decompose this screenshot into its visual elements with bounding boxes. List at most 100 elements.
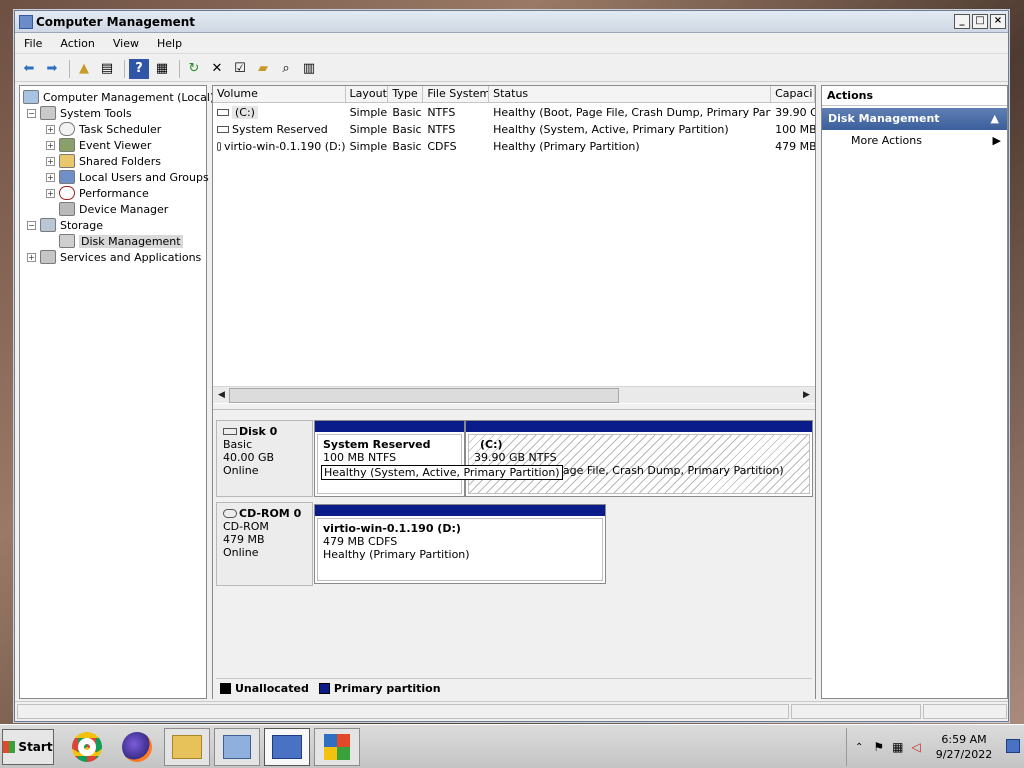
properties-icon[interactable]: ▦ — [152, 59, 172, 79]
server-manager-taskbar-button[interactable] — [214, 728, 260, 766]
tree-node-disk-management[interactable]: Disk Management — [59, 233, 183, 249]
partition-virtio-win[interactable]: virtio-win-0.1.190 (D:) 479 MB CDFS Heal… — [314, 504, 606, 584]
checkmark-properties-icon[interactable]: ☑ — [230, 59, 250, 79]
network-icon[interactable]: ▦ — [892, 740, 903, 754]
column-header-capacity[interactable]: Capaci — [771, 86, 815, 102]
title-bar[interactable]: Computer Management _ □ × — [15, 11, 1008, 33]
expand-icon[interactable]: + — [27, 252, 36, 262]
status-segment — [17, 704, 789, 719]
storage-icon — [40, 218, 56, 232]
tree-node-performance[interactable]: + Performance — [46, 185, 149, 201]
menu-help[interactable]: Help — [148, 37, 191, 50]
show-hide-tree-icon[interactable]: ▤ — [97, 59, 117, 79]
actions-section-disk-management[interactable]: Disk Management ▲ — [822, 108, 1007, 130]
tree-node-storage[interactable]: − Storage — [27, 217, 103, 233]
help-icon[interactable]: ? — [129, 58, 149, 79]
menu-file[interactable]: File — [15, 37, 51, 50]
computer-management-window: Computer Management _ □ × File Action Vi… — [14, 10, 1009, 722]
partition-system-reserved[interactable]: System Reserved 100 MB NTFS — [314, 420, 465, 497]
expand-icon[interactable]: + — [46, 156, 55, 166]
menu-action[interactable]: Action — [51, 37, 103, 50]
tree-node-system-tools[interactable]: − System Tools — [27, 105, 132, 121]
show-hidden-icons-icon[interactable]: ⌃ — [855, 742, 863, 753]
tree-node-shared-folders[interactable]: + Shared Folders — [46, 153, 161, 169]
legend-swatch-unallocated — [220, 683, 231, 694]
shared-folder-icon — [59, 154, 75, 168]
computer-management-icon — [19, 14, 33, 29]
start-button[interactable]: Start — [2, 729, 54, 765]
scroll-right-icon[interactable]: ▶ — [799, 388, 814, 403]
back-icon[interactable]: ⬅ — [19, 59, 39, 79]
chrome-taskbar-button[interactable] — [64, 728, 110, 766]
column-header-file-system[interactable]: File System — [423, 86, 490, 102]
status-bar — [15, 701, 1008, 721]
drive-icon — [217, 109, 229, 116]
forward-icon[interactable]: ➡ — [42, 59, 62, 79]
scrollbar-thumb[interactable] — [229, 388, 619, 403]
column-header-status[interactable]: Status — [489, 86, 772, 102]
partition-c-drive[interactable]: (C:) 39.90 GB NTFS Healthy (Boot, Page F… — [465, 420, 813, 497]
tree-node-services-and-applications[interactable]: + Services and Applications — [27, 249, 201, 265]
scroll-left-icon[interactable]: ◀ — [214, 388, 229, 403]
users-icon — [59, 170, 75, 184]
close-button[interactable]: × — [990, 14, 1006, 29]
legend-swatch-primary — [318, 683, 330, 694]
server-manager-icon — [223, 735, 251, 759]
status-segment — [791, 704, 921, 719]
tree-node-event-viewer[interactable]: + Event Viewer — [46, 137, 151, 153]
up-folder-icon[interactable]: ▲ — [74, 59, 94, 79]
action-center-flag-icon[interactable]: ⚑ — [873, 740, 884, 754]
menu-view[interactable]: View — [104, 37, 148, 50]
windows-explorer-taskbar-button[interactable] — [314, 728, 360, 766]
column-header-type[interactable]: Type — [388, 86, 424, 102]
table-row[interactable]: (C:) Simple Basic NTFS Healthy (Boot, Pa… — [213, 104, 815, 121]
maximize-button[interactable]: □ — [972, 14, 988, 29]
legend-unallocated: Unallocated — [235, 682, 309, 695]
expand-icon[interactable]: + — [46, 124, 55, 134]
show-desktop-icon[interactable] — [1006, 739, 1020, 753]
tools-icon — [40, 106, 56, 120]
collapse-icon[interactable]: − — [27, 108, 36, 118]
expand-icon[interactable]: + — [46, 140, 55, 150]
refresh-icon[interactable]: ↻ — [184, 59, 204, 79]
chrome-icon — [72, 732, 102, 762]
search-icon[interactable]: ⌕ — [276, 59, 296, 79]
volume-muted-icon[interactable]: ◁ — [912, 740, 921, 754]
delete-icon[interactable]: ✕ — [207, 59, 227, 79]
expand-icon[interactable]: + — [46, 172, 55, 182]
collapse-icon[interactable]: − — [27, 220, 36, 230]
more-actions-item[interactable]: More Actions ▶ — [822, 130, 1007, 152]
firefox-taskbar-button[interactable] — [114, 728, 160, 766]
window-title: Computer Management — [36, 14, 195, 29]
partition-tooltip: Healthy (System, Active, Primary Partiti… — [321, 465, 563, 480]
device-manager-icon — [59, 202, 75, 216]
tree-node-device-manager[interactable]: Device Manager — [59, 201, 168, 217]
computer-management-icon — [272, 735, 302, 759]
disk-management-pane: Volume Layout Type File System Status Ca… — [212, 85, 816, 700]
expand-icon[interactable]: + — [46, 188, 55, 198]
horizontal-scrollbar[interactable]: ◀ ▶ — [213, 386, 815, 403]
system-clock[interactable]: 6:59 AM 9/27/2022 — [934, 732, 994, 762]
open-folder-icon[interactable]: ▰ — [253, 59, 273, 79]
minimize-button[interactable]: _ — [954, 14, 970, 29]
disk-icon — [59, 234, 75, 248]
hard-disk-icon — [223, 428, 237, 435]
partition-legend: Unallocated Primary partition — [216, 678, 812, 698]
tree-node-computer-management[interactable]: Computer Management (Local) — [23, 89, 214, 105]
table-row[interactable]: virtio-win-0.1.190 (D:) Simple Basic CDF… — [213, 138, 815, 155]
clock-icon — [59, 122, 75, 136]
actions-header: Actions — [822, 86, 1007, 106]
export-list-icon[interactable]: ▥ — [299, 59, 319, 79]
collapse-arrow-icon[interactable]: ▲ — [991, 108, 999, 130]
disk-0-label[interactable]: Disk 0 Basic 40.00 GB Online — [216, 420, 313, 497]
tree-node-task-scheduler[interactable]: + Task Scheduler — [46, 121, 161, 137]
computer-management-taskbar-button[interactable] — [264, 728, 310, 766]
column-header-layout[interactable]: Layout — [346, 86, 389, 102]
file-explorer-taskbar-button[interactable] — [164, 728, 210, 766]
cd-rom-0-label[interactable]: CD-ROM 0 CD-ROM 479 MB Online — [216, 502, 313, 586]
table-row[interactable]: System Reserved Simple Basic NTFS Health… — [213, 121, 815, 138]
column-header-volume[interactable]: Volume — [213, 86, 346, 102]
submenu-arrow-icon: ▶ — [992, 134, 1001, 147]
actions-pane: Actions Disk Management ▲ More Actions ▶ — [821, 85, 1008, 699]
tree-node-local-users-and-groups[interactable]: + Local Users and Groups — [46, 169, 209, 185]
